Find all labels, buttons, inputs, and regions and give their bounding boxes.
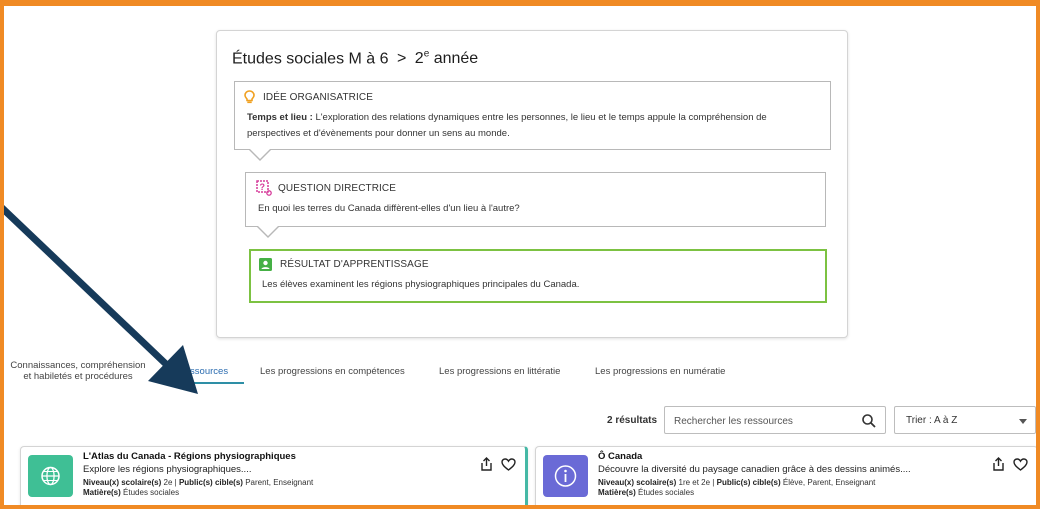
tab-bar: Connaissances, compréhension et habileté… [0, 353, 1040, 387]
guiding-question-box: ? QUESTION DIRECTRICE En quoi les terres… [245, 172, 826, 227]
organizing-idea-heading: IDÉE ORGANISATRICE [244, 90, 373, 104]
globe-icon [41, 466, 60, 486]
breadcrumb-separator: > [396, 50, 407, 68]
chevron-down-icon [1019, 419, 1027, 424]
lightbulb-icon [244, 90, 255, 104]
resource-thumbnail [543, 455, 588, 497]
resource-title[interactable]: Ô Canada [598, 451, 642, 462]
search-icon[interactable] [861, 413, 877, 429]
tab-literacy-progressions[interactable]: Les progressions en littératie [439, 366, 560, 377]
learner-badge-icon [259, 258, 272, 271]
callout-tail-fill [250, 149, 270, 159]
breadcrumb: Études sociales M à 6 > 2e année [232, 49, 478, 68]
svg-text:?: ? [260, 182, 266, 192]
resource-description: Explore les régions physiographiques.... [83, 464, 252, 475]
resource-search [664, 406, 886, 434]
search-input[interactable] [674, 413, 854, 429]
guiding-question-heading: ? QUESTION DIRECTRICE [256, 180, 396, 196]
sort-select[interactable]: Trier : A à Z [894, 406, 1036, 434]
heart-icon[interactable] [499, 455, 517, 473]
results-count: 2 résultats [607, 415, 658, 426]
breadcrumb-grade: 2e année [414, 49, 479, 68]
heart-icon[interactable] [1011, 455, 1029, 473]
active-tab-indicator [162, 382, 244, 384]
tab-knowledge[interactable]: Connaissances, compréhension et habileté… [8, 360, 148, 382]
resource-title[interactable]: L'Atlas du Canada - Régions physiographi… [83, 451, 296, 462]
breadcrumb-subject[interactable]: Études sociales M à 6 [232, 50, 389, 67]
resource-card[interactable]: Ô Canada Découvre la diversité du paysag… [535, 446, 1038, 509]
resource-meta: Niveau(x) scolaire(s) 1re et 2e | Public… [598, 478, 876, 497]
tab-competency-progressions[interactable]: Les progressions en compétences [260, 366, 405, 377]
resource-thumbnail [28, 455, 73, 497]
share-icon[interactable] [989, 455, 1007, 473]
learning-outcome-heading: RÉSULTAT D'APPRENTISSAGE [259, 258, 429, 271]
learning-outcome-box: RÉSULTAT D'APPRENTISSAGE Les élèves exam… [249, 249, 827, 303]
tab-resources[interactable]: Ressources [162, 366, 244, 377]
resource-actions [989, 455, 1029, 473]
sort-select-value: Trier : A à Z [906, 415, 958, 426]
resource-description: Découvre la diversité du paysage canadie… [598, 464, 911, 475]
guiding-question-text: En quoi les terres du Canada diffèrent-e… [258, 203, 520, 214]
learning-outcome-text: Les élèves examinent les régions physiog… [262, 279, 580, 290]
question-icon: ? [256, 180, 272, 196]
resource-card[interactable]: L'Atlas du Canada - Régions physiographi… [20, 446, 528, 509]
resource-meta: Niveau(x) scolaire(s) 2e | Public(s) cib… [83, 478, 314, 497]
organizing-idea-text: Temps et lieu : L'exploration des relati… [247, 112, 767, 139]
tab-numeracy-progressions[interactable]: Les progressions en numératie [595, 366, 725, 377]
resource-actions [477, 455, 517, 473]
share-icon[interactable] [477, 455, 495, 473]
info-icon [554, 465, 577, 487]
callout-tail-fill [258, 226, 278, 236]
organizing-idea-box: IDÉE ORGANISATRICE Temps et lieu : L'exp… [234, 81, 831, 150]
